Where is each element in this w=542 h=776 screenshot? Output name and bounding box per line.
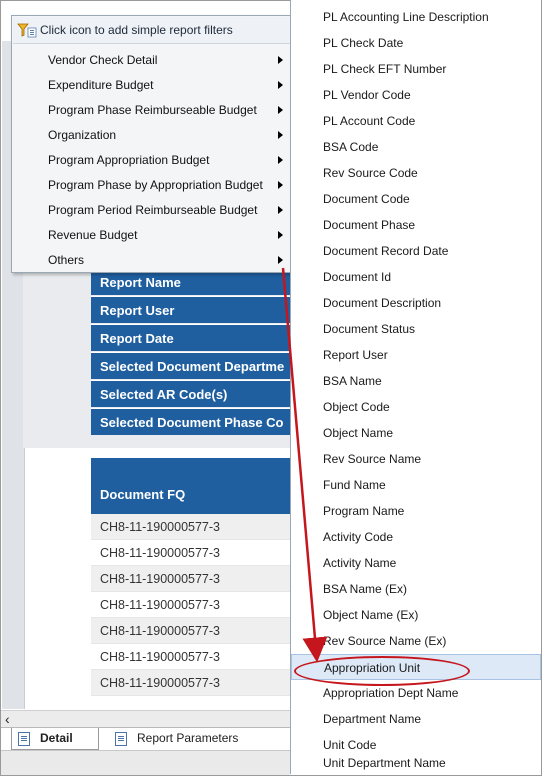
table-row[interactable]: CH8-11-190000577-3	[91, 540, 291, 566]
list-item-document-description[interactable]: Document Description	[291, 290, 541, 316]
list-item-document-phase[interactable]: Document Phase	[291, 212, 541, 238]
menu-item-label: Vendor Check Detail	[48, 53, 158, 67]
status-bar	[1, 750, 290, 775]
list-item-rev-source-name-ex[interactable]: Rev Source Name (Ex)	[291, 628, 541, 654]
list-item-object-code[interactable]: Object Code	[291, 394, 541, 420]
table-row[interactable]: CH8-11-190000577-3	[91, 592, 291, 618]
list-item-document-status[interactable]: Document Status	[291, 316, 541, 342]
menu-item-label: Program Phase Reimburseable Budget	[48, 103, 257, 117]
horizontal-scrollbar[interactable]: ‹	[1, 710, 290, 727]
menu-item-organization[interactable]: Organization	[13, 123, 290, 148]
menu-item-expenditure-budget[interactable]: Expenditure Budget	[13, 73, 290, 98]
submenu-arrow-icon	[278, 156, 283, 164]
menu-header-label: Click icon to add simple report filters	[40, 23, 233, 37]
tab-detail[interactable]: Detail	[11, 728, 99, 750]
menu-item-program-appropriation-budget[interactable]: Program Appropriation Budget	[13, 148, 290, 173]
scroll-left-arrow-icon[interactable]: ‹	[5, 712, 10, 726]
param-selected-document-phase: Selected Document Phase Co	[91, 408, 291, 435]
list-item-pl-vendor-code[interactable]: PL Vendor Code	[291, 82, 541, 108]
list-item-object-name[interactable]: Object Name	[291, 420, 541, 446]
table-row[interactable]: CH8-11-190000577-3	[91, 618, 291, 644]
list-item-object-name-ex[interactable]: Object Name (Ex)	[291, 602, 541, 628]
list-item-rev-source-code[interactable]: Rev Source Code	[291, 160, 541, 186]
list-item-report-user[interactable]: Report User	[291, 342, 541, 368]
submenu-arrow-icon	[278, 181, 283, 189]
list-item-pl-account-code[interactable]: PL Account Code	[291, 108, 541, 134]
param-selected-ar-codes: Selected AR Code(s)	[91, 380, 291, 407]
menu-item-label: Revenue Budget	[48, 228, 138, 242]
list-item-unit-department-name[interactable]: Unit Department Name	[291, 750, 541, 776]
param-selected-document-department: Selected Document Departme	[91, 352, 291, 379]
submenu-arrow-icon	[278, 206, 283, 214]
submenu-arrow-icon	[278, 131, 283, 139]
menu-item-others[interactable]: Others	[13, 248, 290, 273]
list-item-activity-name[interactable]: Activity Name	[291, 550, 541, 576]
list-item-bsa-name-ex[interactable]: BSA Name (Ex)	[291, 576, 541, 602]
submenu-arrow-icon	[278, 256, 283, 264]
list-item-document-code[interactable]: Document Code	[291, 186, 541, 212]
submenu-arrow-icon	[278, 81, 283, 89]
menu-item-label: Expenditure Budget	[48, 78, 154, 92]
tab-label: Report Parameters	[137, 731, 239, 745]
table-row[interactable]: CH8-11-190000577-3	[91, 514, 291, 540]
menu-item-program-phase-by-appropriation-budget[interactable]: Program Phase by Appropriation Budget	[13, 173, 290, 198]
table-row[interactable]: CH8-11-190000577-3	[91, 644, 291, 670]
list-item-activity-code[interactable]: Activity Code	[291, 524, 541, 550]
list-item-program-name[interactable]: Program Name	[291, 498, 541, 524]
table-row[interactable]: CH8-11-190000577-3	[91, 566, 291, 592]
menu-item-program-period-reimburseable-budget[interactable]: Program Period Reimburseable Budget	[13, 198, 290, 223]
submenu-arrow-icon	[278, 56, 283, 64]
filter-context-menu: Click icon to add simple report filters …	[11, 15, 292, 273]
menu-item-program-phase-reimburseable-budget[interactable]: Program Phase Reimburseable Budget	[13, 98, 290, 123]
tab-report-parameters[interactable]: Report Parameters	[109, 728, 279, 749]
submenu-arrow-icon	[278, 106, 283, 114]
sheet-tabs: Detail Report Parameters	[1, 727, 290, 750]
list-item-document-record-date[interactable]: Document Record Date	[291, 238, 541, 264]
list-item-document-id[interactable]: Document Id	[291, 264, 541, 290]
list-item-bsa-name[interactable]: BSA Name	[291, 368, 541, 394]
list-item-pl-check-date[interactable]: PL Check Date	[291, 30, 541, 56]
tab-label: Detail	[40, 731, 73, 745]
menu-item-revenue-budget[interactable]: Revenue Budget	[13, 223, 290, 248]
list-item-department-name[interactable]: Department Name	[291, 706, 541, 732]
list-item-rev-source-name[interactable]: Rev Source Name	[291, 446, 541, 472]
menu-item-label: Program Phase by Appropriation Budget	[48, 178, 263, 192]
report-page-icon	[115, 732, 127, 746]
menu-item-label: Program Appropriation Budget	[48, 153, 210, 167]
add-filter-icon[interactable]	[17, 22, 37, 38]
list-item-bsa-code[interactable]: BSA Code	[291, 134, 541, 160]
menu-item-label: Others	[48, 253, 85, 267]
list-item-pl-check-eft-number[interactable]: PL Check EFT Number	[291, 56, 541, 82]
menu-item-label: Organization	[48, 128, 117, 142]
list-item-fund-name[interactable]: Fund Name	[291, 472, 541, 498]
table-row[interactable]: CH8-11-190000577-3	[91, 670, 291, 696]
annotation-highlight-ellipse	[294, 656, 470, 686]
submenu-arrow-icon	[278, 231, 283, 239]
table-header-document-fq[interactable]: Document FQ	[91, 458, 291, 514]
menu-item-vendor-check-detail[interactable]: Vendor Check Detail	[13, 48, 290, 73]
list-item-pl-accounting-line-description[interactable]: PL Accounting Line Description	[291, 4, 541, 30]
report-page-icon	[18, 732, 30, 746]
param-report-user: Report User	[91, 296, 291, 323]
menu-item-label: Program Period Reimburseable Budget	[48, 203, 258, 217]
menu-header: Click icon to add simple report filters	[13, 17, 290, 44]
param-report-date: Report Date	[91, 324, 291, 351]
